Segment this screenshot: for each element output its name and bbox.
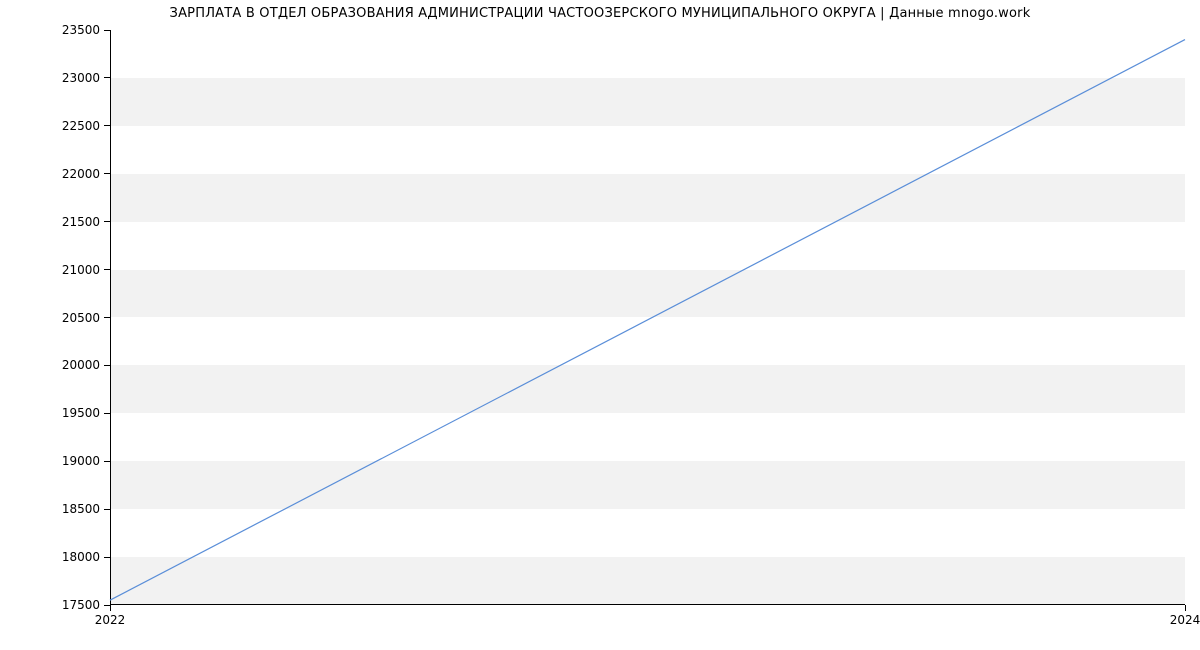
y-tick-label: 22500 <box>62 119 100 133</box>
y-tick-label: 18000 <box>62 550 100 564</box>
y-tick <box>104 365 110 366</box>
chart-container: ЗАРПЛАТА В ОТДЕЛ ОБРАЗОВАНИЯ АДМИНИСТРАЦ… <box>0 0 1200 650</box>
y-tick-label: 17500 <box>62 598 100 612</box>
y-tick <box>104 125 110 126</box>
y-tick <box>104 221 110 222</box>
y-tick <box>104 30 110 31</box>
series-line <box>110 40 1185 601</box>
y-tick-label: 23000 <box>62 71 100 85</box>
y-tick-label: 21000 <box>62 263 100 277</box>
y-tick <box>104 509 110 510</box>
chart-title: ЗАРПЛАТА В ОТДЕЛ ОБРАЗОВАНИЯ АДМИНИСТРАЦ… <box>0 6 1200 21</box>
x-tick <box>1185 605 1186 611</box>
y-tick-label: 22000 <box>62 167 100 181</box>
plot-area: 1750018000185001900019500200002050021000… <box>110 30 1185 605</box>
y-tick <box>104 461 110 462</box>
x-tick-label: 2024 <box>1170 613 1200 627</box>
x-tick <box>110 605 111 611</box>
y-tick <box>104 557 110 558</box>
y-tick <box>104 413 110 414</box>
y-tick <box>104 269 110 270</box>
y-tick <box>104 173 110 174</box>
y-tick-label: 23500 <box>62 23 100 37</box>
y-tick-label: 21500 <box>62 215 100 229</box>
y-tick-label: 19000 <box>62 454 100 468</box>
y-tick-label: 18500 <box>62 502 100 516</box>
y-tick <box>104 317 110 318</box>
y-tick-label: 19500 <box>62 406 100 420</box>
y-tick-label: 20500 <box>62 311 100 325</box>
y-tick <box>104 77 110 78</box>
data-line <box>110 30 1185 605</box>
y-tick-label: 20000 <box>62 358 100 372</box>
x-tick-label: 2022 <box>95 613 126 627</box>
